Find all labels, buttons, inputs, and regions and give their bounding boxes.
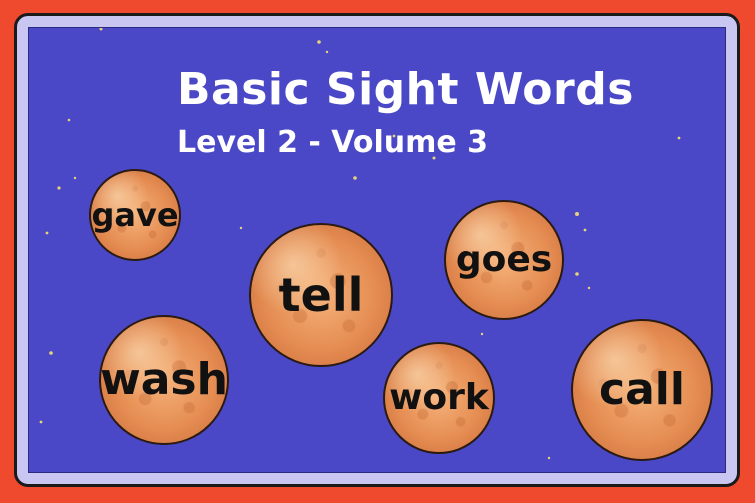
word-label: work xyxy=(389,377,489,418)
game-board: Basic Sight Words Level 2 - Volume 3 gav… xyxy=(28,27,726,473)
word-planet-call[interactable]: call xyxy=(571,319,713,461)
word-label: tell xyxy=(278,268,364,322)
word-planet-wash[interactable]: wash xyxy=(99,315,229,445)
game-subtitle: Level 2 - Volume 3 xyxy=(177,125,489,160)
word-planet-work[interactable]: work xyxy=(383,342,495,454)
word-label: call xyxy=(599,364,685,415)
word-label: goes xyxy=(455,239,553,280)
word-planet-tell[interactable]: tell xyxy=(249,223,393,367)
word-planet-gave[interactable]: gave xyxy=(89,169,181,261)
word-label: wash xyxy=(100,354,228,405)
word-label: gave xyxy=(91,196,179,234)
game-title: Basic Sight Words xyxy=(177,64,634,115)
word-planet-goes[interactable]: goes xyxy=(444,200,564,320)
